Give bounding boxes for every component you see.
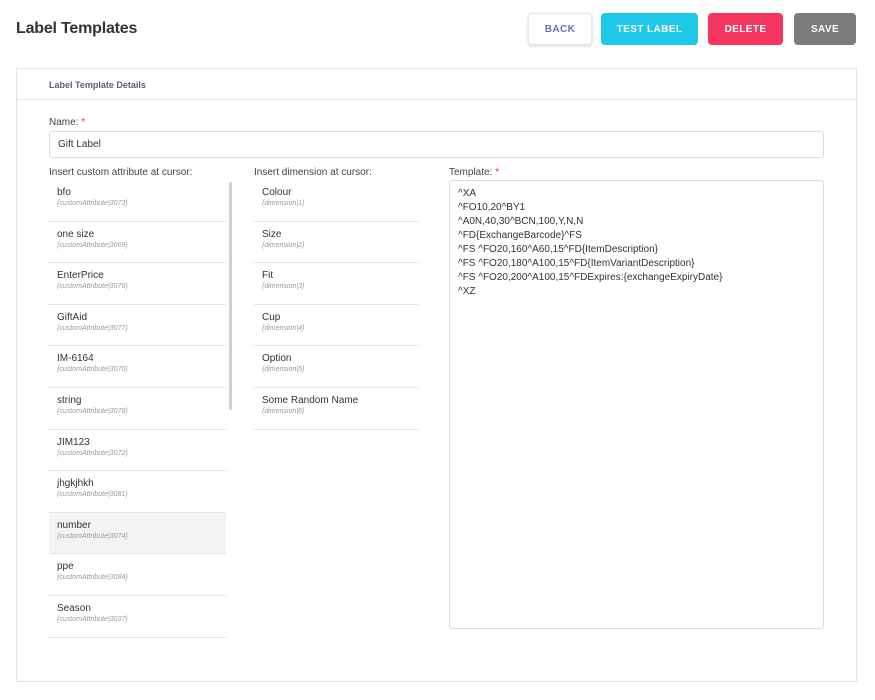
- item-code: {customAttribute|3084}: [57, 574, 128, 582]
- template-label-text: Template:: [449, 167, 493, 178]
- item-name: number: [57, 519, 91, 531]
- template-required-marker: *: [495, 167, 500, 178]
- attribute-list-scrollbar[interactable]: [229, 182, 232, 410]
- label-template-details-card: Label Template Details Name: * Insert cu…: [16, 68, 857, 682]
- template-textarea[interactable]: ^XA ^FO10,20^BY1 ^A0N,40,30^BCN,100,Y,N,…: [449, 180, 824, 629]
- attribute-list-item[interactable]: JIM123 {customAttribute|3072}: [49, 430, 226, 472]
- item-code: {dimension|6}: [262, 407, 305, 415]
- item-code: {dimension|4}: [262, 324, 305, 332]
- attribute-list-item[interactable]: bfo {customAttribute|3073}: [49, 180, 226, 222]
- card-header: Label Template Details: [17, 69, 856, 100]
- test-label-button[interactable]: TEST LABEL: [601, 13, 698, 45]
- item-code: {customAttribute|3078}: [57, 407, 128, 415]
- attribute-list-item[interactable]: ppe {customAttribute|3084}: [49, 554, 226, 596]
- item-code: {customAttribute|3072}: [57, 449, 128, 457]
- page-title: Label Templates: [16, 20, 138, 37]
- attribute-list-item[interactable]: Season {customAttribute|3037}: [49, 596, 226, 638]
- card-title: Label Template Details: [49, 80, 146, 90]
- custom-attribute-list: bfo {customAttribute|3073} one size {custom…: [49, 180, 226, 638]
- item-name: Fit: [262, 270, 274, 282]
- item-name: ppe: [57, 561, 74, 573]
- dimension-list-item[interactable]: Cup {dimension|4}: [254, 305, 419, 347]
- item-name: Season: [57, 602, 91, 614]
- item-name: GiftAid: [57, 311, 88, 323]
- item-code: {dimension|2}: [262, 241, 305, 249]
- back-button[interactable]: BACK: [528, 13, 592, 45]
- template-label: Template: *: [449, 167, 499, 178]
- item-name: bfo: [57, 187, 71, 198]
- attribute-list-item[interactable]: GiftAid {customAttribute|3077}: [49, 305, 226, 347]
- item-name: one size: [57, 228, 95, 240]
- item-name: jhgkjhkh: [57, 478, 94, 490]
- item-code: {customAttribute|3070}: [57, 366, 128, 374]
- item-name: IM-6164: [57, 353, 94, 365]
- item-code: {customAttribute|3069}: [57, 241, 128, 249]
- item-code: {dimension|5}: [262, 366, 305, 374]
- dimension-list-item[interactable]: Fit {dimension|3}: [254, 263, 419, 305]
- name-label-text: Name:: [49, 117, 79, 128]
- item-code: {dimension|3}: [262, 283, 305, 291]
- item-code: {customAttribute|3074}: [57, 532, 128, 540]
- dimension-list-item[interactable]: Some Random Name {dimension|6}: [254, 388, 419, 430]
- item-name: Some Random Name: [262, 394, 359, 406]
- dimensions-label: Insert dimension at cursor:: [254, 167, 372, 178]
- item-code: {customAttribute|3076}: [57, 283, 128, 291]
- item-code: {customAttribute|3077}: [57, 324, 128, 332]
- dimension-list-item[interactable]: Option {dimension|5}: [254, 346, 419, 388]
- item-code: {customAttribute|3073}: [57, 200, 128, 207]
- attribute-list-item[interactable]: EnterPrice {customAttribute|3076}: [49, 263, 226, 305]
- dimension-list: Colour {dimension|1} Size {dimension|2} Fit{…: [254, 180, 419, 430]
- item-name: JIM123: [57, 436, 90, 448]
- delete-button[interactable]: DELETE: [708, 13, 783, 45]
- item-name: Size: [262, 228, 282, 240]
- attribute-list-item[interactable]: one size {customAttribute|3069}: [49, 222, 226, 264]
- item-name: Option: [262, 353, 292, 365]
- attribute-list-item[interactable]: string {customAttribute|3078}: [49, 388, 226, 430]
- item-name: Cup: [262, 311, 281, 323]
- item-name: Colour: [262, 187, 292, 198]
- attributes-label: Insert custom attribute at cursor:: [49, 167, 193, 178]
- name-label: Name: *: [49, 117, 85, 128]
- dimension-list-item[interactable]: Colour {dimension|1}: [254, 180, 419, 222]
- item-name: string: [57, 394, 82, 406]
- item-code: {dimension|1}: [262, 200, 305, 207]
- attribute-list-item[interactable]: IM-6164 {customAttribute|3070}: [49, 346, 226, 388]
- item-code: {customAttribute|3081}: [57, 491, 128, 499]
- dimension-list-item[interactable]: Size {dimension|2}: [254, 222, 419, 264]
- name-input[interactable]: [49, 131, 824, 158]
- attribute-list-item[interactable]: number {customAttribute|3074}: [49, 512, 226, 555]
- save-button[interactable]: SAVE: [794, 13, 856, 45]
- item-name: EnterPrice: [57, 270, 104, 282]
- item-code: {customAttribute|3037}: [57, 615, 128, 623]
- name-required-marker: *: [81, 117, 86, 128]
- attribute-list-item[interactable]: jhgkjhkh {customAttribute|3081}: [49, 471, 226, 513]
